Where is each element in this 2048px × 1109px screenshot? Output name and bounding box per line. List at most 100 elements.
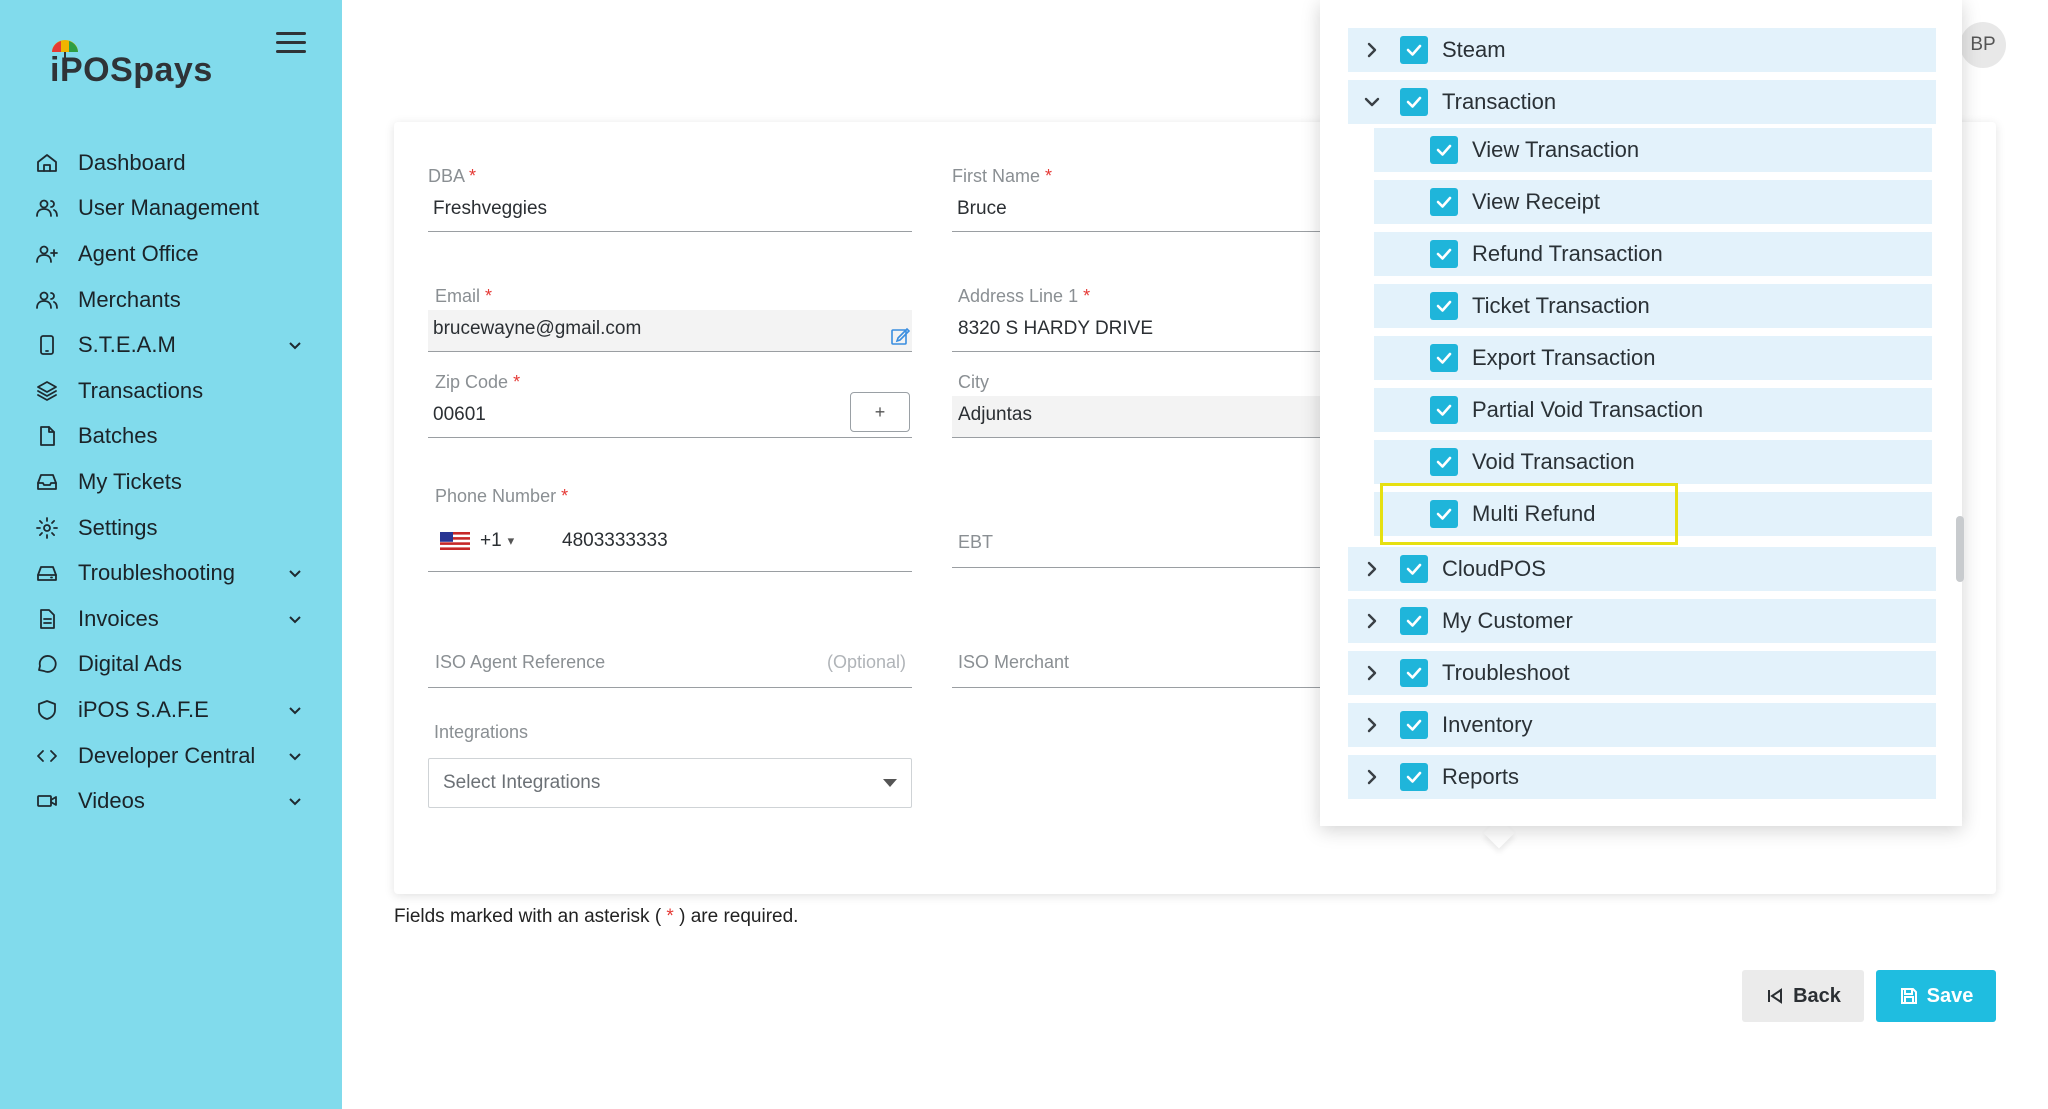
user-avatar[interactable]: BP (1960, 22, 2006, 68)
sidebar-item-videos[interactable]: Videos (0, 778, 342, 824)
permission-group-inventory[interactable]: Inventory (1348, 703, 1936, 747)
chevron-down-icon[interactable] (288, 612, 302, 631)
permission-item-ticket-transaction[interactable]: Ticket Transaction (1374, 284, 1932, 328)
country-code-value: +1 (480, 530, 502, 551)
permission-label: Refund Transaction (1472, 241, 1663, 266)
dba-field[interactable]: DBA * Freshveggies (428, 166, 912, 232)
chevron-down-icon[interactable] (288, 749, 302, 768)
menu-toggle-icon[interactable] (276, 32, 306, 56)
permission-item-view-transaction[interactable]: View Transaction (1374, 128, 1932, 172)
edit-icon[interactable] (890, 326, 910, 346)
sidebar-item-my-tickets[interactable]: My Tickets (0, 459, 342, 505)
permission-label: CloudPOS (1442, 556, 1546, 581)
chevron-right-icon[interactable] (1358, 607, 1386, 635)
city-field[interactable]: City Adjuntas (952, 372, 1320, 438)
scrollbar-thumb[interactable] (1956, 516, 1964, 582)
multi-refund-highlight-box (1380, 483, 1678, 545)
phone-number-field[interactable]: Phone Number * +1 ▾ 4803333333 (428, 486, 912, 572)
checkbox-checked-icon[interactable] (1400, 555, 1428, 583)
zip-value: 00601 (433, 404, 486, 425)
zip-code-field[interactable]: Zip Code * 00601 + (428, 372, 912, 438)
email-field[interactable]: Email * brucewayne@gmail.com (428, 286, 912, 352)
checkbox-checked-icon[interactable] (1400, 88, 1428, 116)
checkbox-checked-icon[interactable] (1430, 292, 1458, 320)
permission-group-cloudpos[interactable]: CloudPOS (1348, 547, 1936, 591)
chevron-right-icon[interactable] (1358, 36, 1386, 64)
chevron-right-icon[interactable] (1358, 711, 1386, 739)
sidebar-item-label: Settings (78, 514, 158, 540)
iso-merchant-field[interactable]: ISO Merchant (952, 652, 1320, 688)
checkbox-checked-icon[interactable] (1400, 659, 1428, 687)
permission-item-refund-transaction[interactable]: Refund Transaction (1374, 232, 1932, 276)
chevron-down-icon[interactable] (288, 338, 302, 357)
back-button[interactable]: Back (1742, 970, 1864, 1022)
email-value: brucewayne@gmail.com (433, 318, 642, 339)
permission-label: Ticket Transaction (1472, 293, 1650, 318)
sidebar-item-merchants[interactable]: Merchants (0, 277, 342, 323)
save-button[interactable]: Save (1876, 970, 1996, 1022)
iso-merchant-placeholder: ISO Merchant (958, 652, 1070, 672)
checkbox-checked-icon[interactable] (1430, 136, 1458, 164)
sidebar-item-label: Transactions (78, 377, 204, 403)
chevron-right-icon[interactable] (1358, 763, 1386, 791)
permission-item-view-receipt[interactable]: View Receipt (1374, 180, 1932, 224)
checkbox-checked-icon[interactable] (1430, 396, 1458, 424)
chevron-down-icon[interactable] (1358, 88, 1386, 116)
address-line1-field[interactable]: Address Line 1 * 8320 S HARDY DRIVE (952, 286, 1320, 352)
integrations-placeholder: Select Integrations (443, 772, 601, 793)
sidebar-item-developer-central[interactable]: Developer Central (0, 733, 342, 779)
sidebar-item-user-management[interactable]: User Management (0, 186, 342, 232)
caret-down-icon (883, 779, 897, 787)
sidebar-item-transactions[interactable]: Transactions (0, 368, 342, 414)
phone-value: 4803333333 (562, 530, 668, 551)
code-icon (34, 743, 60, 769)
chevron-right-icon[interactable] (1358, 659, 1386, 687)
checkbox-checked-icon[interactable] (1430, 448, 1458, 476)
checkbox-checked-icon[interactable] (1400, 711, 1428, 739)
checkbox-checked-icon[interactable] (1430, 344, 1458, 372)
checkbox-checked-icon[interactable] (1400, 763, 1428, 791)
permission-label: View Receipt (1472, 189, 1600, 214)
permission-label: Void Transaction (1472, 449, 1635, 474)
permission-group-my-customer[interactable]: My Customer (1348, 599, 1936, 643)
required-mark: * (1045, 166, 1053, 186)
permission-group-reports[interactable]: Reports (1348, 755, 1936, 799)
sidebar-item-ipos-s-a-f-e[interactable]: iPOS S.A.F.E (0, 687, 342, 733)
permission-item-export-transaction[interactable]: Export Transaction (1374, 336, 1932, 380)
permission-group-troubleshoot[interactable]: Troubleshoot (1348, 651, 1936, 695)
sidebar-item-invoices[interactable]: Invoices (0, 596, 342, 642)
sidebar-item-troubleshooting[interactable]: Troubleshooting (0, 550, 342, 596)
permission-item-partial-void-transaction[interactable]: Partial Void Transaction (1374, 388, 1932, 432)
iso-agent-reference-field[interactable]: ISO Agent Reference (Optional) (428, 652, 912, 688)
chevron-down-icon[interactable] (288, 703, 302, 722)
avatar-initials: BP (1970, 34, 1996, 55)
sidebar-item-agent-office[interactable]: Agent Office (0, 231, 342, 277)
permission-group-transaction[interactable]: Transaction (1348, 80, 1936, 124)
integrations-select[interactable]: Select Integrations (428, 758, 912, 808)
sidebar-item-dashboard[interactable]: Dashboard (0, 140, 342, 186)
address-value: 8320 S HARDY DRIVE (958, 318, 1154, 339)
first-name-field[interactable]: First Name * Bruce (952, 166, 1320, 232)
sidebar-item-settings[interactable]: Settings (0, 505, 342, 551)
sidebar-item-digital-ads[interactable]: Digital Ads (0, 642, 342, 688)
checkbox-checked-icon[interactable] (1430, 240, 1458, 268)
checkbox-checked-icon[interactable] (1400, 36, 1428, 64)
file-text-icon (34, 606, 60, 632)
chevron-down-icon[interactable] (288, 566, 302, 585)
permission-group-steam[interactable]: Steam (1348, 28, 1936, 72)
sidebar-item-s-t-e-a-m[interactable]: S.T.E.A.M (0, 322, 342, 368)
country-code-selector[interactable]: +1 ▾ (440, 530, 514, 552)
drive-icon (34, 560, 60, 586)
shield-icon (34, 697, 60, 723)
optional-hint: (Optional) (826, 652, 906, 672)
chevron-down-icon[interactable] (288, 794, 302, 813)
permission-item-void-transaction[interactable]: Void Transaction (1374, 440, 1932, 484)
checkbox-checked-icon[interactable] (1400, 607, 1428, 635)
tablet-icon (34, 332, 60, 358)
zip-lookup-button[interactable]: + (850, 392, 910, 432)
ebt-field[interactable]: EBT (952, 532, 1320, 568)
checkbox-checked-icon[interactable] (1430, 188, 1458, 216)
ipospays-logo[interactable]: iPOSpays (48, 38, 213, 90)
chevron-right-icon[interactable] (1358, 555, 1386, 583)
sidebar-item-batches[interactable]: Batches (0, 414, 342, 460)
